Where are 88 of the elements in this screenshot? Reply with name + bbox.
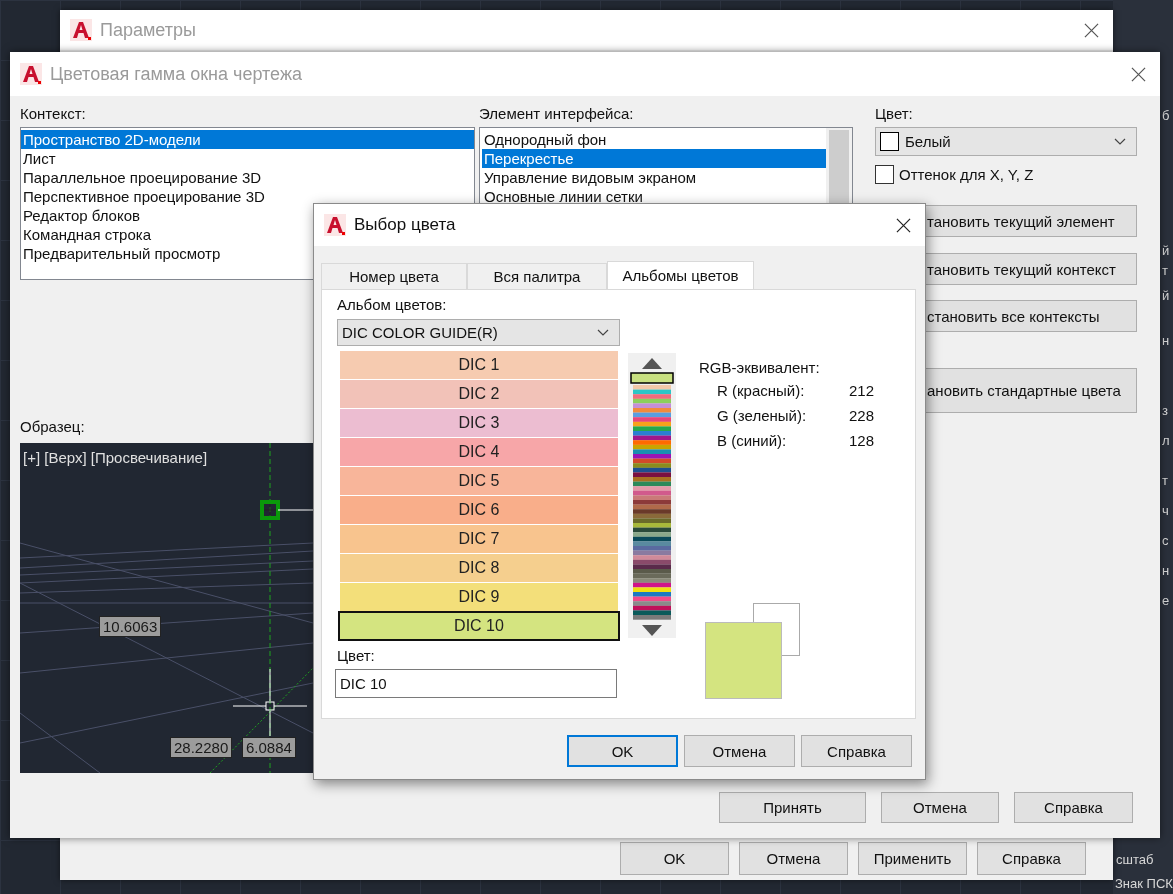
panel-text: б: [1162, 108, 1170, 124]
panel-text: н: [1162, 333, 1170, 349]
dimension-label: 6.0884: [242, 737, 296, 758]
panel-text: ч: [1162, 503, 1169, 519]
color-swatch-row[interactable]: DIC 8: [340, 554, 618, 582]
restore-button[interactable]: тановить текущий контекст: [926, 253, 1137, 285]
dialog-button[interactable]: Справка: [1014, 792, 1133, 823]
field-label: Контекст:: [20, 104, 86, 124]
crosshair-cursor-icon: [232, 668, 308, 737]
color-swatch-row[interactable]: DIC 9: [340, 583, 618, 611]
close-icon[interactable]: [896, 217, 911, 233]
field-label: Цвет:: [337, 647, 375, 665]
checkbox[interactable]: [875, 165, 894, 184]
color-swatch-row[interactable]: DIC 6: [340, 496, 618, 524]
dialog-button[interactable]: Применить: [858, 842, 967, 875]
tab[interactable]: Альбомы цветов: [607, 261, 754, 289]
panel-text: н: [1162, 563, 1170, 579]
rgb-value: 128: [849, 431, 875, 449]
list-item[interactable]: Перекрестье: [482, 149, 826, 168]
dimension-label: 28.2280: [170, 737, 233, 758]
checkbox-label: Оттенок для X, Y, Z: [899, 166, 1034, 183]
app-logo-icon: [20, 63, 42, 85]
close-icon[interactable]: [1084, 22, 1099, 38]
panel-text: Знак ПСК: [1115, 876, 1173, 892]
color-swatch-row[interactable]: DIC 1: [340, 351, 618, 379]
chevron-icon: [1114, 137, 1126, 146]
app-logo-icon: [70, 19, 92, 41]
window-title: Выбор цвета: [354, 215, 457, 235]
rgb-title: RGB-эквивалент:: [699, 359, 820, 377]
list-item[interactable]: Параллельное проецирование 3D: [21, 168, 474, 187]
field-label: Элемент интерфейса:: [479, 104, 634, 124]
panel-text: з: [1162, 403, 1168, 419]
list-item[interactable]: Лист: [21, 149, 474, 168]
panel-text: т: [1162, 263, 1168, 279]
dialog-button[interactable]: Справка: [977, 842, 1086, 875]
window-title: Цветовая гамма окна чертежа: [50, 63, 303, 85]
restore-button[interactable]: тановить текущий элемент: [926, 205, 1137, 237]
list-item[interactable]: Управление видовым экраном: [482, 168, 826, 187]
album-dropdown[interactable]: DIC COLOR GUIDE(R): [337, 319, 620, 346]
panel-text: т: [1162, 473, 1168, 489]
chevron-icon: [597, 328, 609, 337]
dialog-button[interactable]: Отмена: [684, 735, 795, 767]
close-icon[interactable]: [1131, 66, 1146, 82]
guide-line: [277, 509, 313, 511]
dialog-button[interactable]: OK: [567, 735, 678, 767]
tab[interactable]: Номер цвета: [321, 263, 467, 289]
window-title: Параметры: [100, 19, 197, 41]
color-swatch-row[interactable]: DIC 4: [340, 438, 618, 466]
color-input[interactable]: DIC 10: [335, 669, 617, 698]
color-dropdown[interactable]: Белый: [875, 127, 1137, 156]
dialog-button[interactable]: Отмена: [739, 842, 848, 875]
field-label: Цвет:: [875, 104, 913, 124]
list-item[interactable]: Перспективное проецирование 3D: [21, 187, 474, 206]
grip-icon: [260, 500, 280, 520]
color-swatch-row[interactable]: DIC 3: [340, 409, 618, 437]
panel-text: л: [1162, 433, 1170, 449]
color-swatch-row[interactable]: DIC 10: [338, 611, 620, 641]
rgb-value: 228: [849, 406, 875, 424]
palette-strip[interactable]: [628, 353, 676, 638]
rgb-label: R (красный):: [717, 381, 806, 399]
rgb-label: G (зеленый):: [717, 406, 808, 424]
dialog-button[interactable]: Отмена: [881, 792, 999, 823]
panel-text: й: [1162, 288, 1170, 304]
panel-text: сштаб: [1116, 852, 1154, 868]
tab[interactable]: Вся палитра: [467, 263, 607, 289]
list-item[interactable]: Пространство 2D-модели: [21, 130, 474, 149]
dialog-button[interactable]: OK: [620, 842, 729, 875]
rgb-value: 212: [849, 381, 875, 399]
restore-button[interactable]: ановить стандартные цвета: [926, 368, 1137, 413]
panel-text: й: [1162, 243, 1170, 259]
field-label: Альбом цветов:: [337, 296, 447, 314]
panel-text: с: [1162, 533, 1169, 549]
app-logo-icon: [324, 214, 346, 236]
panel-text: е: [1162, 593, 1170, 609]
restore-button[interactable]: становить все контексты: [926, 300, 1137, 332]
field-label: Образец:: [20, 417, 85, 437]
dialog-button[interactable]: Принять: [719, 792, 866, 823]
viewport-label[interactable]: [+] [Верх] [Просвечивание]: [23, 449, 208, 466]
color-swatch-row[interactable]: DIC 5: [340, 467, 618, 495]
dialog-button[interactable]: Справка: [801, 735, 912, 767]
rgb-label: B (синий):: [717, 431, 788, 449]
list-item[interactable]: Основные линии сетки: [482, 187, 826, 206]
scroll-up-icon[interactable]: [642, 357, 662, 369]
color-swatch-row[interactable]: DIC 7: [340, 525, 618, 553]
scroll-down-icon[interactable]: [642, 625, 662, 637]
color-swatch-row[interactable]: DIC 2: [340, 380, 618, 408]
dimension-label: 10.6063: [99, 616, 162, 637]
list-item[interactable]: Однородный фон: [482, 130, 826, 149]
